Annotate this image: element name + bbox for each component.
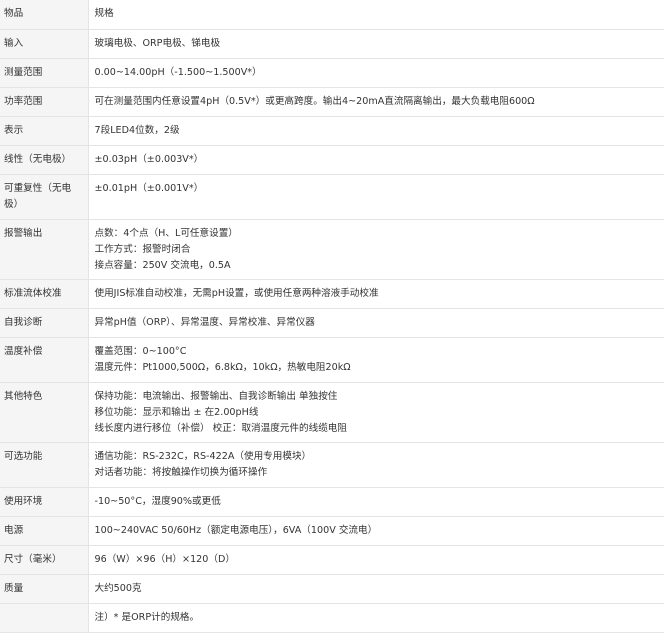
table-row: 可重复性（无电极） ±0.01pH（±0.001V*） [0,174,664,220]
table-row: 输入 玻璃电极、ORP电极、锑电极 [0,29,664,59]
row-value-line: 注）* 是ORP计的规格。 [94,611,200,623]
row-value: 可在测量范围内任意设置4pH（0.5V*）或更高跨度。输出4~20mA直流隔离输… [88,87,664,117]
row-value-line: 玻璃电极、ORP电极、锑电极 [94,37,221,49]
row-value: 大约500克 [88,574,664,604]
row-label: 线性（无电极） [0,145,89,175]
header-value: 规格 [88,0,664,30]
row-label: 可选功能 [0,442,89,488]
header-label: 物品 [0,0,89,30]
row-value-line: 100~240VAC 50/60Hz（额定电源电压），6VA（100V 交流电） [94,524,378,536]
row-label: 可重复性（无电极） [0,174,89,220]
row-label: 尺寸（毫米） [0,545,89,575]
row-value-line: 异常pH值（ORP）、异常温度、异常校准、异常仪器 [94,316,315,328]
row-value: 保持功能：电流输出、报警输出、自我诊断输出 单独按住 移位功能：显示和输出 ± 在… [88,382,664,443]
row-label: 功率范围 [0,87,89,117]
table-row: 可选功能 通信功能：RS-232C，RS-422A（使用专用模块） 对话者功能：将按… [0,442,664,488]
row-label: 标准流体校准 [0,279,89,309]
table-row: 测量范围 0.00~14.00pH（-1.500~1.500V*） [0,58,664,88]
table-row: 注）* 是ORP计的规格。 [0,603,664,633]
table-row: 质量 大约500克 [0,574,664,604]
table-row: 功率范围 可在测量范围内任意设置4pH（0.5V*）或更高跨度。输出4~20mA直… [0,87,664,117]
row-value-line: ±0.01pH（±0.001V*） [94,182,204,194]
table-row: 标准流体校准 使用JIS标准自动校准，无需pH设置，或使用任意两种溶液手动校准 [0,279,664,309]
row-label: 自我诊断 [0,308,89,338]
row-value-line: 保持功能：电流输出、报警输出、自我诊断输出 单独按住 [94,390,338,402]
row-label: 使用环境 [0,487,89,517]
row-value-line: -10~50°C，湿度90%或更低 [94,495,221,507]
row-value: 7段LED4位数，2级 [88,116,664,146]
row-value-line: ±0.03pH（±0.003V*） [94,153,204,165]
row-value-line: 对话者功能：将按触操作切换为循环操作 [94,466,268,478]
row-value-line: 点数：4个点（H、L可任意设置） [94,227,238,239]
table-row: 报警输出 点数：4个点（H、L可任意设置） 工作方式：报警时闭合接点容量：250V … [0,219,664,280]
row-value-line: 使用JIS标准自动校准，无需pH设置，或使用任意两种溶液手动校准 [94,287,379,299]
table-row: 其他特色 保持功能：电流输出、报警输出、自我诊断输出 单独按住 移位功能：显示和输出… [0,382,664,443]
spec-table: 物品 规格 输入 玻璃电极、ORP电极、锑电极 测量范围 0.00~14.00pH（-… [0,0,664,633]
row-label: 表示 [0,116,89,146]
row-value-line: 0.00~14.00pH（-1.500~1.500V*） [94,66,262,78]
table-row: 温度补偿 覆盖范围：0~100°C 温度元件：Pt1000,500Ω，6.8kΩ，1… [0,337,664,383]
row-value: 100~240VAC 50/60Hz（额定电源电压），6VA（100V 交流电） [88,516,664,546]
row-value-line: 移位功能：显示和输出 ± 在2.00pH线 [94,406,259,418]
row-label: 输入 [0,29,89,59]
row-value-line: 线长度内进行移位（补偿） 校正：取消温度元件的线缆电阻 [94,422,348,434]
row-value: 玻璃电极、ORP电极、锑电极 [88,29,664,59]
row-label: 其他特色 [0,382,89,443]
row-value: 覆盖范围：0~100°C 温度元件：Pt1000,500Ω，6.8kΩ，10kΩ，… [88,337,664,383]
row-value: -10~50°C，湿度90%或更低 [88,487,664,517]
spec-table-body: 物品 规格 输入 玻璃电极、ORP电极、锑电极 测量范围 0.00~14.00pH（-… [0,0,664,633]
row-value: 使用JIS标准自动校准，无需pH设置，或使用任意两种溶液手动校准 [88,279,664,309]
row-value-line: 工作方式：报警时闭合 [94,243,191,255]
table-row: 表示 7段LED4位数，2级 [0,116,664,146]
row-value-line: 96（W）×96（H）×120（D） [94,553,235,565]
row-value: ±0.03pH（±0.003V*） [88,145,664,175]
row-value: 0.00~14.00pH（-1.500~1.500V*） [88,58,664,88]
row-value-line: 通信功能：RS-232C，RS-422A（使用专用模块） [94,450,312,462]
row-value: 点数：4个点（H、L可任意设置） 工作方式：报警时闭合接点容量：250V 交流电，… [88,219,664,280]
table-header-row: 物品 规格 [0,0,664,30]
row-value: ±0.01pH（±0.001V*） [88,174,664,220]
table-row: 使用环境 -10~50°C，湿度90%或更低 [0,487,664,517]
table-row: 线性（无电极） ±0.03pH（±0.003V*） [0,145,664,175]
row-value: 通信功能：RS-232C，RS-422A（使用专用模块） 对话者功能：将按触操作切… [88,442,664,488]
row-value-line: 接点容量：250V 交流电，0.5A [94,259,231,271]
table-row: 自我诊断 异常pH值（ORP）、异常温度、异常校准、异常仪器 [0,308,664,338]
row-value-line: 大约500克 [94,582,142,594]
row-value-line: 7段LED4位数，2级 [94,124,180,136]
row-label: 电源 [0,516,89,546]
row-label: 温度补偿 [0,337,89,383]
row-label: 测量范围 [0,58,89,88]
row-value: 异常pH值（ORP）、异常温度、异常校准、异常仪器 [88,308,664,338]
row-label: 报警输出 [0,219,89,280]
row-value-line: 可在测量范围内任意设置4pH（0.5V*）或更高跨度。输出4~20mA直流隔离输… [94,95,535,107]
row-value-line: 温度元件：Pt1000,500Ω，6.8kΩ，10kΩ，热敏电阻20kΩ [94,361,351,373]
row-label [0,603,89,633]
row-value-line: 覆盖范围：0~100°C [94,345,187,357]
row-value: 注）* 是ORP计的规格。 [88,603,664,633]
row-value: 96（W）×96（H）×120（D） [88,545,664,575]
table-row: 尺寸（毫米） 96（W）×96（H）×120（D） [0,545,664,575]
table-row: 电源 100~240VAC 50/60Hz（额定电源电压），6VA（100V 交流… [0,516,664,546]
row-label: 质量 [0,574,89,604]
